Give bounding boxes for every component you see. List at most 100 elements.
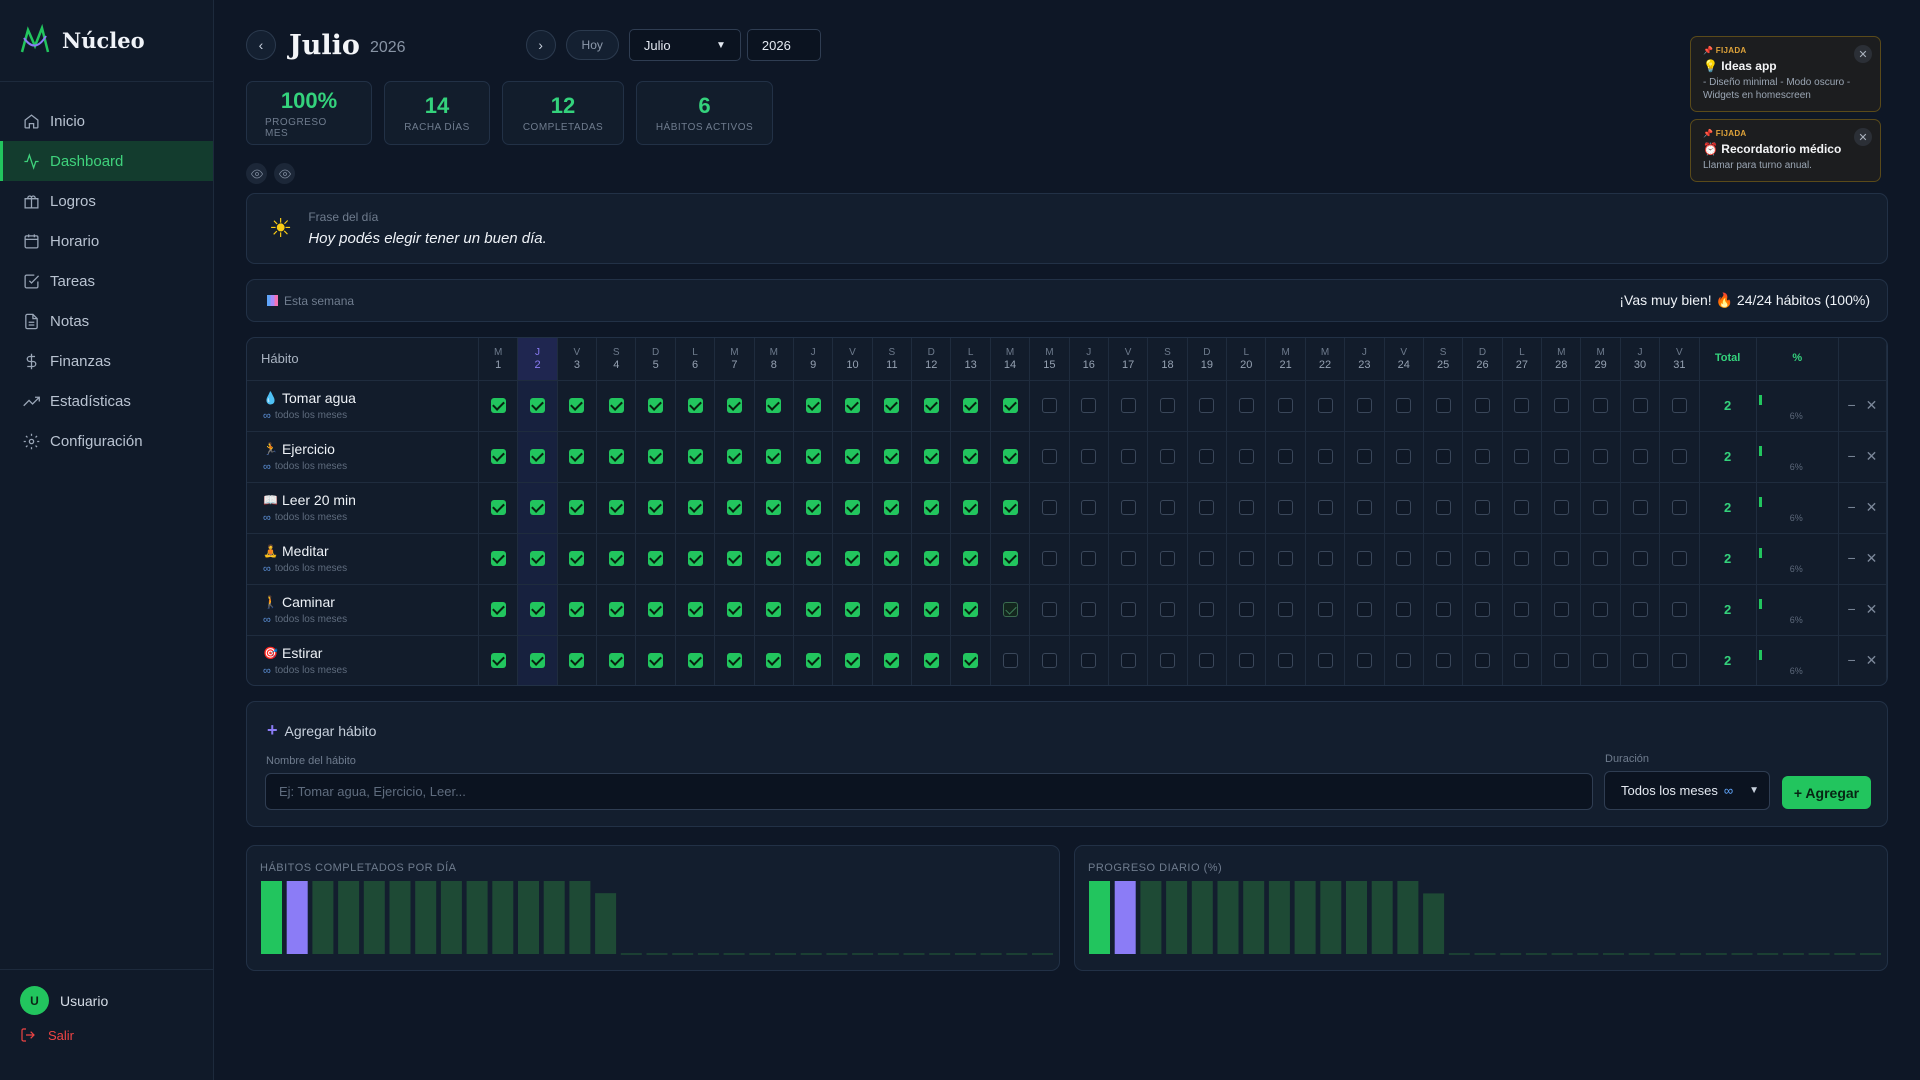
habit-checkbox[interactable] bbox=[1317, 397, 1333, 413]
habit-checkbox[interactable] bbox=[1041, 652, 1057, 668]
habit-checkbox[interactable] bbox=[845, 448, 861, 464]
habit-checkbox[interactable] bbox=[648, 652, 664, 668]
habit-checkbox[interactable] bbox=[1475, 652, 1491, 668]
habit-checkbox[interactable] bbox=[1120, 550, 1136, 566]
habit-checkbox[interactable] bbox=[1160, 397, 1176, 413]
habit-checkbox[interactable] bbox=[1278, 397, 1294, 413]
habit-checkbox[interactable] bbox=[1120, 448, 1136, 464]
habit-checkbox[interactable] bbox=[1278, 550, 1294, 566]
today-button[interactable]: Hoy bbox=[565, 30, 619, 60]
habit-checkbox[interactable] bbox=[963, 550, 979, 566]
habit-checkbox[interactable] bbox=[687, 397, 703, 413]
habit-checkbox[interactable] bbox=[648, 499, 664, 515]
habit-checkbox[interactable] bbox=[1396, 397, 1412, 413]
habit-checkbox[interactable] bbox=[1002, 652, 1018, 668]
close-icon[interactable]: ✕ bbox=[1866, 601, 1878, 618]
habit-checkbox[interactable] bbox=[884, 499, 900, 515]
habit-checkbox[interactable] bbox=[963, 652, 979, 668]
habit-checkbox[interactable] bbox=[1671, 550, 1687, 566]
add-habit-button[interactable]: + Agregar bbox=[1782, 776, 1871, 809]
habit-checkbox[interactable] bbox=[1632, 601, 1648, 617]
eye-icon[interactable] bbox=[246, 163, 267, 184]
habit-checkbox[interactable] bbox=[608, 397, 624, 413]
habit-checkbox[interactable] bbox=[805, 499, 821, 515]
habit-name[interactable]: Leer 20 min bbox=[282, 492, 356, 508]
habit-checkbox[interactable] bbox=[1475, 601, 1491, 617]
habit-checkbox[interactable] bbox=[1435, 397, 1451, 413]
habit-checkbox[interactable] bbox=[1160, 652, 1176, 668]
habit-checkbox[interactable] bbox=[1002, 448, 1018, 464]
habit-checkbox[interactable] bbox=[1475, 499, 1491, 515]
sidebar-item-notas[interactable]: Notas bbox=[0, 301, 213, 341]
habit-name-input[interactable] bbox=[265, 773, 1593, 810]
habit-checkbox[interactable] bbox=[1317, 499, 1333, 515]
habit-checkbox[interactable] bbox=[569, 652, 585, 668]
close-icon[interactable]: ✕ bbox=[1854, 45, 1872, 63]
habit-checkbox[interactable] bbox=[687, 652, 703, 668]
habit-checkbox[interactable] bbox=[1317, 550, 1333, 566]
habit-name[interactable]: Tomar agua bbox=[282, 390, 356, 406]
habit-checkbox[interactable] bbox=[608, 601, 624, 617]
habit-checkbox[interactable] bbox=[490, 550, 506, 566]
habit-checkbox[interactable] bbox=[490, 499, 506, 515]
minus-icon[interactable]: − bbox=[1847, 601, 1855, 617]
habit-checkbox[interactable] bbox=[1396, 652, 1412, 668]
sidebar-item-configuracion[interactable]: Configuración bbox=[0, 421, 213, 461]
habit-checkbox[interactable] bbox=[1160, 499, 1176, 515]
sidebar-item-horario[interactable]: Horario bbox=[0, 221, 213, 261]
habit-checkbox[interactable] bbox=[1475, 550, 1491, 566]
eye-icon[interactable] bbox=[274, 163, 295, 184]
habit-checkbox[interactable] bbox=[766, 601, 782, 617]
habit-checkbox[interactable] bbox=[1671, 652, 1687, 668]
habit-checkbox[interactable] bbox=[1002, 499, 1018, 515]
logout-button[interactable]: Salir bbox=[20, 1027, 194, 1043]
habit-checkbox[interactable] bbox=[569, 448, 585, 464]
habit-checkbox[interactable] bbox=[1160, 448, 1176, 464]
habit-checkbox[interactable] bbox=[1002, 601, 1018, 617]
habit-checkbox[interactable] bbox=[1199, 601, 1215, 617]
habit-checkbox[interactable] bbox=[530, 397, 546, 413]
habit-checkbox[interactable] bbox=[766, 550, 782, 566]
habit-checkbox[interactable] bbox=[1238, 550, 1254, 566]
habit-checkbox[interactable] bbox=[1553, 397, 1569, 413]
close-icon[interactable]: ✕ bbox=[1866, 448, 1878, 465]
habit-checkbox[interactable] bbox=[1514, 397, 1530, 413]
habit-checkbox[interactable] bbox=[1514, 499, 1530, 515]
habit-checkbox[interactable] bbox=[923, 448, 939, 464]
habit-checkbox[interactable] bbox=[1671, 448, 1687, 464]
habit-checkbox[interactable] bbox=[1081, 499, 1097, 515]
habit-checkbox[interactable] bbox=[490, 652, 506, 668]
habit-checkbox[interactable] bbox=[923, 499, 939, 515]
close-icon[interactable]: ✕ bbox=[1866, 652, 1878, 669]
habit-checkbox[interactable] bbox=[569, 499, 585, 515]
habit-checkbox[interactable] bbox=[1553, 550, 1569, 566]
habit-checkbox[interactable] bbox=[1553, 499, 1569, 515]
habit-checkbox[interactable] bbox=[1002, 550, 1018, 566]
habit-checkbox[interactable] bbox=[1356, 397, 1372, 413]
habit-checkbox[interactable] bbox=[687, 550, 703, 566]
habit-checkbox[interactable] bbox=[923, 652, 939, 668]
habit-checkbox[interactable] bbox=[845, 652, 861, 668]
habit-checkbox[interactable] bbox=[766, 448, 782, 464]
habit-checkbox[interactable] bbox=[1356, 601, 1372, 617]
habit-checkbox[interactable] bbox=[1356, 448, 1372, 464]
habit-checkbox[interactable] bbox=[963, 448, 979, 464]
habit-checkbox[interactable] bbox=[726, 499, 742, 515]
habit-checkbox[interactable] bbox=[687, 448, 703, 464]
habit-checkbox[interactable] bbox=[608, 652, 624, 668]
habit-checkbox[interactable] bbox=[726, 397, 742, 413]
habit-checkbox[interactable] bbox=[1317, 652, 1333, 668]
habit-checkbox[interactable] bbox=[884, 448, 900, 464]
habit-checkbox[interactable] bbox=[687, 601, 703, 617]
habit-checkbox[interactable] bbox=[884, 550, 900, 566]
habit-checkbox[interactable] bbox=[648, 550, 664, 566]
habit-checkbox[interactable] bbox=[805, 652, 821, 668]
habit-checkbox[interactable] bbox=[1356, 499, 1372, 515]
close-icon[interactable]: ✕ bbox=[1866, 499, 1878, 516]
habit-checkbox[interactable] bbox=[1081, 448, 1097, 464]
habit-checkbox[interactable] bbox=[766, 652, 782, 668]
minus-icon[interactable]: − bbox=[1847, 499, 1855, 515]
habit-checkbox[interactable] bbox=[1317, 448, 1333, 464]
habit-checkbox[interactable] bbox=[726, 652, 742, 668]
habit-checkbox[interactable] bbox=[1041, 601, 1057, 617]
